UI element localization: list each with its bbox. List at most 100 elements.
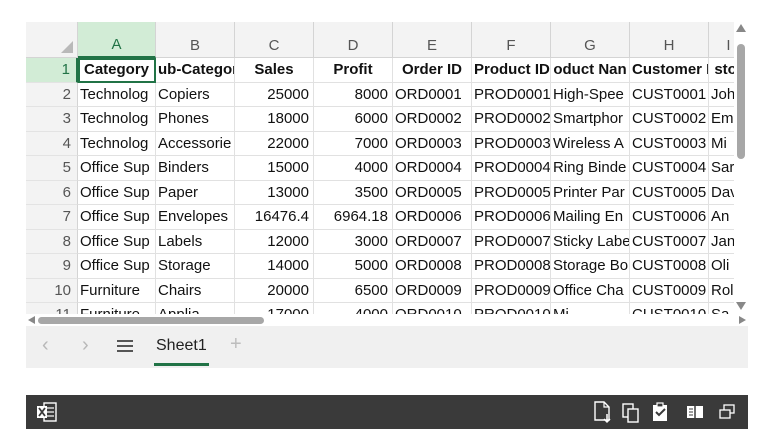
cell-i4[interactable]: Mi [709,132,734,156]
next-sheet-icon[interactable]: › [82,334,89,357]
cell-i6[interactable]: Dav [709,181,734,205]
cell-b10[interactable]: Chairs [156,278,235,303]
cell-a3[interactable]: Technolog [78,107,156,132]
save-to-device-icon[interactable] [592,400,614,424]
horizontal-scrollbar[interactable] [26,314,746,326]
cell-b8[interactable]: Labels [156,229,235,254]
cell-i3[interactable]: Em [709,107,734,132]
cell-c10[interactable]: 20000 [235,278,314,303]
scroll-down-arrow-icon[interactable] [736,302,746,310]
cell-g10[interactable]: Office Cha [551,278,630,303]
cell-f7[interactable]: PROD0006 [472,205,551,230]
cell-b4[interactable]: Accessorie [156,131,235,156]
cell-e3[interactable]: ORD0002 [393,107,472,132]
cell-i1[interactable]: stor [709,58,734,83]
cell-f10[interactable]: PROD0009 [472,278,551,303]
cell-b2[interactable]: Copiers [156,82,235,107]
row-header-9[interactable]: 9 [26,254,78,279]
column-header-h[interactable]: H [630,22,709,58]
cell-g6[interactable]: Printer Par [551,180,630,205]
row-header-3[interactable]: 3 [26,107,78,132]
cell-h2[interactable]: CUST0001 [630,82,709,107]
cell-d1[interactable]: Profit [314,58,393,83]
prev-sheet-icon[interactable]: ‹ [42,334,49,357]
cell-f3[interactable]: PROD0002 [472,107,551,132]
cell-d8[interactable]: 3000 [314,229,393,254]
cell-e9[interactable]: ORD0008 [393,254,472,279]
cell-g1[interactable]: oduct Nan [551,58,630,83]
cell-a5[interactable]: Office Sup [78,156,156,181]
cell-b11[interactable]: Applia [156,303,235,314]
cell-a1[interactable]: Category [78,58,156,83]
scroll-up-arrow-icon[interactable] [736,24,746,32]
cell-g11[interactable]: Mi [551,303,630,314]
cell-d3[interactable]: 6000 [314,107,393,132]
column-header-i[interactable]: I [709,22,734,58]
cell-g8[interactable]: Sticky Labe [551,229,630,254]
cell-e8[interactable]: ORD0007 [393,229,472,254]
cell-g7[interactable]: Mailing En [551,205,630,230]
cell-c8[interactable]: 12000 [235,229,314,254]
cell-d2[interactable]: 8000 [314,82,393,107]
cell-a4[interactable]: Technolog [78,131,156,156]
cell-c9[interactable]: 14000 [235,254,314,279]
cell-c7[interactable]: 16476.4 [235,205,314,230]
cell-d11[interactable]: 4000 [314,303,393,314]
cell-grid[interactable]: Category ub-Categor Sales Profit Order ID Pro… [78,58,734,314]
row-header-2[interactable]: 2 [26,82,78,107]
column-header-a[interactable]: A [78,22,156,58]
cell-e7[interactable]: ORD0006 [393,205,472,230]
scroll-left-arrow-icon[interactable] [28,316,35,324]
cell-f8[interactable]: PROD0007 [472,229,551,254]
cell-c6[interactable]: 13000 [235,180,314,205]
row-header-6[interactable]: 6 [26,180,78,205]
cell-d6[interactable]: 3500 [314,180,393,205]
cell-h1[interactable]: Customer II [630,58,709,83]
cell-g9[interactable]: Storage Bo [551,254,630,279]
cell-f2[interactable]: PROD0001 [472,82,551,107]
row-header-4[interactable]: 4 [26,131,78,156]
cell-h11[interactable]: CUST0010 [630,303,709,314]
column-header-c[interactable]: C [235,22,314,58]
scroll-right-arrow-icon[interactable] [739,316,746,324]
cell-f1[interactable]: Product ID [472,58,551,83]
add-sheet-icon[interactable]: + [230,333,242,356]
cell-a10[interactable]: Furniture [78,278,156,303]
cell-d4[interactable]: 7000 [314,131,393,156]
cell-h7[interactable]: CUST0006 [630,205,709,230]
cell-a11[interactable]: Furniture [78,303,156,314]
horizontal-scroll-thumb[interactable] [38,317,264,324]
cell-b6[interactable]: Paper [156,180,235,205]
cell-i9[interactable]: Oli [709,254,734,279]
cell-f4[interactable]: PROD0003 [472,131,551,156]
reading-view-icon[interactable] [684,400,706,424]
cell-e2[interactable]: ORD0001 [393,82,472,107]
cell-c2[interactable]: 25000 [235,82,314,107]
cell-i7[interactable]: An [709,205,734,230]
column-header-d[interactable]: D [314,22,393,58]
cell-b3[interactable]: Phones [156,107,235,132]
cell-e4[interactable]: ORD0003 [393,131,472,156]
cell-i5[interactable]: Sar [709,156,734,181]
cell-e1[interactable]: Order ID [393,58,472,83]
cell-h6[interactable]: CUST0005 [630,180,709,205]
row-header-11[interactable]: 11 [26,303,78,314]
cell-b1[interactable]: ub-Categor [156,58,235,83]
row-header-10[interactable]: 10 [26,278,78,303]
tab-sheet1[interactable]: Sheet1 [154,326,209,368]
cell-a9[interactable]: Office Sup [78,254,156,279]
cell-a6[interactable]: Office Sup [78,180,156,205]
cell-b9[interactable]: Storage [156,254,235,279]
cell-f9[interactable]: PROD0008 [472,254,551,279]
cell-b7[interactable]: Envelopes [156,205,235,230]
restore-window-icon[interactable] [716,400,738,424]
cell-f11[interactable]: PROD0010 [472,303,551,314]
row-header-1[interactable]: 1 [26,58,78,83]
cell-i2[interactable]: Joh [709,83,734,107]
cell-i10[interactable]: Rol [709,279,734,303]
cell-g3[interactable]: Smartphor [551,107,630,132]
cell-e10[interactable]: ORD0009 [393,278,472,303]
row-header-7[interactable]: 7 [26,205,78,230]
cell-h9[interactable]: CUST0008 [630,254,709,279]
column-header-f[interactable]: F [472,22,551,58]
